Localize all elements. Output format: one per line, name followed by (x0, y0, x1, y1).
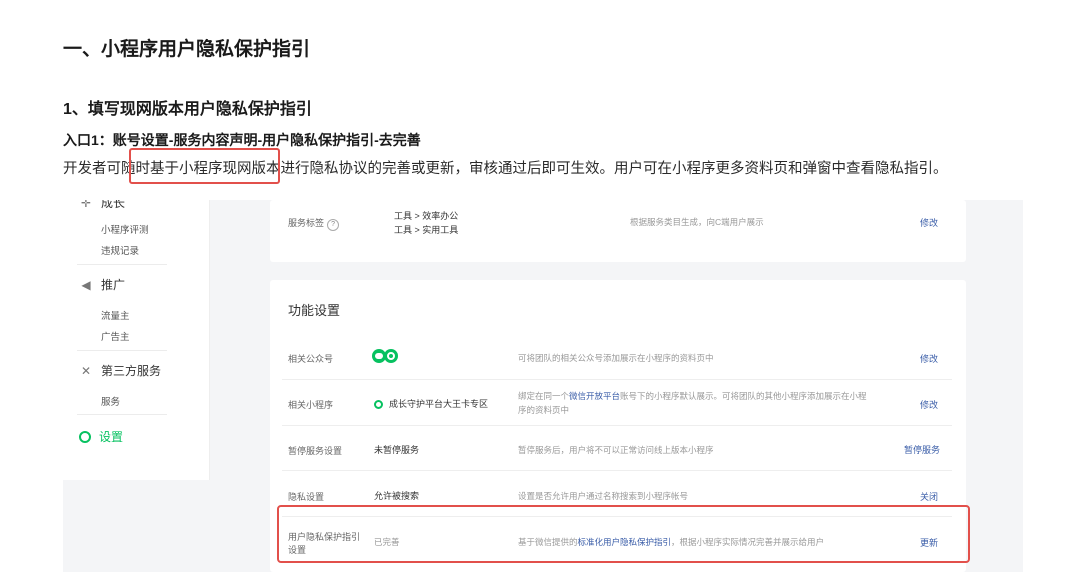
sidebar-item-advertiser[interactable]: 广告主 (101, 329, 130, 343)
row-label: 相关公众号 (288, 354, 334, 364)
sidebar-divider (77, 414, 167, 415)
service-tag-label-wrap: 服务标签? (288, 216, 340, 231)
growth-label: 成长 (101, 200, 126, 210)
desc-part: 账号下的小程序默认展示。可将团队的其他小程序添加展示在小程 (620, 391, 867, 401)
row-label: 相关小程序 (288, 400, 334, 410)
refresh-glyph (387, 352, 395, 360)
row-label: 隐私设置 (288, 492, 325, 502)
edit-related-mini-program-link[interactable]: 修改 (920, 398, 938, 411)
edit-related-account-link[interactable]: 修改 (920, 352, 938, 365)
sidebar-section-settings[interactable]: 设置 (79, 428, 123, 445)
mini-program-icon (374, 400, 383, 410)
row-desc: 设置是否允许用户通过名称搜索到小程序帐号 (518, 491, 689, 501)
wechat-bubble-glyph (375, 353, 383, 359)
third-party-label: 第三方服务 (101, 364, 162, 378)
gear-icon (79, 430, 91, 443)
related-mini-program-name: 成长守护平台大王卡专区 (389, 399, 489, 409)
section-heading: 一、小程序用户隐私保护指引 (63, 39, 311, 60)
service-tag-value-1: 工具 > 效率办公 (394, 211, 459, 221)
row-desc: 暂停服务后，用户将不可以正常访问线上版本小程序 (518, 445, 714, 455)
sidebar-section-third-party[interactable]: ✕ 第三方服务 (79, 362, 161, 379)
service-tag-edit-link[interactable]: 修改 (920, 216, 938, 229)
privacy-close-link[interactable]: 关闭 (920, 490, 938, 503)
official-account-icons (372, 349, 400, 363)
sidebar-divider (77, 264, 167, 265)
desc-part: 绑定在同一个 (518, 391, 570, 401)
service-tag-value-2: 工具 > 实用工具 (394, 225, 459, 235)
sidebar-section-promo[interactable]: ◀ 推广 (79, 276, 125, 293)
promo-label: 推广 (101, 278, 126, 292)
sidebar-item-violation[interactable]: 违规记录 (101, 243, 139, 257)
settings-label: 设置 (99, 430, 124, 444)
sidebar-section-growth[interactable]: ✛ 成长 (79, 200, 125, 211)
privacy-search-value: 允许被搜索 (374, 491, 420, 501)
related-mini-program-value: 成长守护平台大王卡专区 (374, 397, 488, 410)
sidebar-item-traffic-owner[interactable]: 流量主 (101, 308, 130, 322)
entry-heading: 入口1：账号设置-服务内容声明-用户隐私保护指引-去完善 (63, 132, 421, 148)
sidebar-divider (77, 350, 167, 351)
row-divider (282, 425, 952, 426)
help-icon[interactable]: ? (327, 219, 340, 231)
growth-icon: ✛ (80, 200, 92, 210)
third-party-icon: ✕ (80, 363, 92, 378)
feature-settings-title: 功能设置 (288, 303, 341, 318)
service-tag-label: 服务标签 (288, 218, 325, 228)
row-label: 暂停服务设置 (288, 446, 343, 456)
row-desc: 可将团队的相关公众号添加展示在小程序的资料页中 (518, 353, 714, 363)
row-divider (282, 470, 952, 471)
megaphone-icon: ◀ (81, 277, 91, 292)
pause-status-value: 未暂停服务 (374, 445, 420, 455)
sidebar-item-review[interactable]: 小程序评测 (101, 222, 149, 236)
service-tag-desc: 根据服务类目生成，向C端用户展示 (630, 217, 764, 227)
sidebar: ✛ 成长 小程序评测 违规记录 ◀ 推广 流量主 广告主 ✕ 第三方服务 服务 … (63, 200, 210, 480)
highlight-annotation-box (129, 148, 280, 184)
row-divider (282, 379, 952, 380)
pause-service-link[interactable]: 暂停服务 (904, 443, 940, 456)
embedded-screenshot: ✛ 成长 小程序评测 违规记录 ◀ 推广 流量主 广告主 ✕ 第三方服务 服务 … (63, 200, 1023, 572)
service-tag-card: 服务标签? 工具 > 效率办公 工具 > 实用工具 根据服务类目生成，向C端用户… (270, 200, 966, 262)
open-platform-link[interactable]: 微信开放平台 (569, 391, 620, 401)
row-desc-line2: 序的资料页中 (518, 405, 570, 415)
privacy-guide-annotation-box (277, 505, 970, 563)
subsection-heading: 1、填写现网版本用户隐私保护指引 (63, 101, 312, 118)
sidebar-item-service[interactable]: 服务 (101, 394, 120, 408)
row-desc: 绑定在同一个微信开放平台账号下的小程序默认展示。可将团队的其他小程序添加展示在小… (518, 390, 867, 402)
